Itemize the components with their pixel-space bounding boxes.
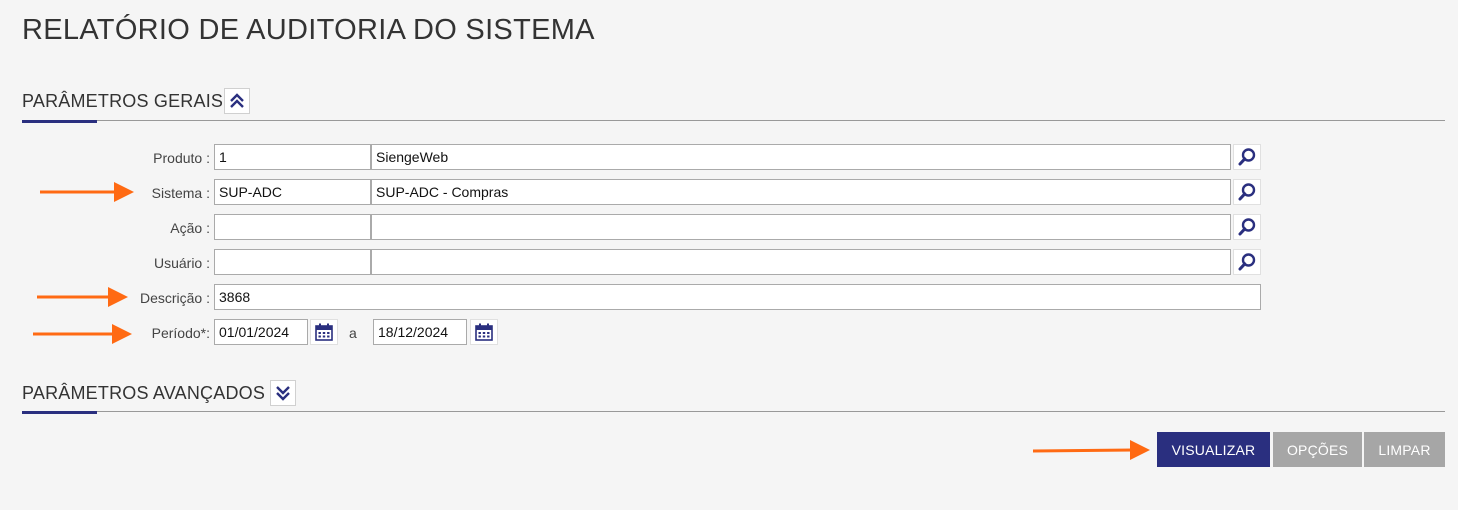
arrow-annotation-visualizar — [1032, 440, 1150, 460]
limpar-button[interactable]: LIMPAR — [1364, 432, 1445, 467]
calendar-icon — [475, 323, 493, 341]
produto-description-input[interactable] — [371, 144, 1231, 170]
descricao-label: Descrição : — [139, 290, 210, 306]
produto-label: Produto : — [153, 150, 210, 166]
section-general-divider — [22, 120, 1445, 121]
periodo-end-input[interactable] — [373, 319, 467, 345]
periodo-start-input[interactable] — [214, 319, 308, 345]
collapse-general-button[interactable] — [224, 88, 250, 114]
sistema-description-input[interactable] — [371, 179, 1231, 205]
usuario-description-input[interactable] — [371, 249, 1231, 275]
periodo-between-label: a — [349, 325, 357, 341]
section-general-title: PARÂMETROS GERAIS — [22, 91, 224, 111]
usuario-lookup-button[interactable] — [1233, 249, 1261, 275]
page-title: RELATÓRIO DE AUDITORIA DO SISTEMA — [22, 14, 595, 46]
sistema-lookup-button[interactable] — [1233, 179, 1261, 205]
chevron-double-down-icon — [276, 386, 290, 401]
usuario-code-input[interactable] — [214, 249, 371, 275]
acao-code-input[interactable] — [214, 214, 371, 240]
descricao-input[interactable] — [214, 284, 1261, 310]
section-general-accent — [22, 120, 97, 123]
chevron-double-up-icon — [230, 93, 244, 108]
section-advanced-accent — [22, 411, 97, 414]
sistema-code-input[interactable] — [214, 179, 371, 205]
search-icon — [1238, 148, 1256, 166]
acao-lookup-button[interactable] — [1233, 214, 1261, 240]
opcoes-button[interactable]: OPÇÕES — [1273, 432, 1362, 467]
expand-advanced-button[interactable] — [270, 380, 296, 406]
sistema-label: Sistema : — [151, 185, 210, 201]
section-advanced-divider — [22, 411, 1445, 412]
periodo-end-calendar-button[interactable] — [470, 319, 498, 345]
acao-description-input[interactable] — [371, 214, 1231, 240]
produto-code-input[interactable] — [214, 144, 371, 170]
periodo-label: Período*: — [151, 325, 210, 341]
visualizar-button[interactable]: VISUALIZAR — [1157, 432, 1270, 467]
search-icon — [1238, 253, 1256, 271]
search-icon — [1238, 183, 1256, 201]
search-icon — [1238, 218, 1256, 236]
periodo-start-calendar-button[interactable] — [310, 319, 338, 345]
calendar-icon — [315, 323, 333, 341]
acao-label: Ação : — [170, 220, 210, 236]
produto-lookup-button[interactable] — [1233, 144, 1261, 170]
usuario-label: Usuário : — [153, 255, 210, 271]
section-advanced-title: PARÂMETROS AVANÇADOS — [22, 383, 266, 403]
